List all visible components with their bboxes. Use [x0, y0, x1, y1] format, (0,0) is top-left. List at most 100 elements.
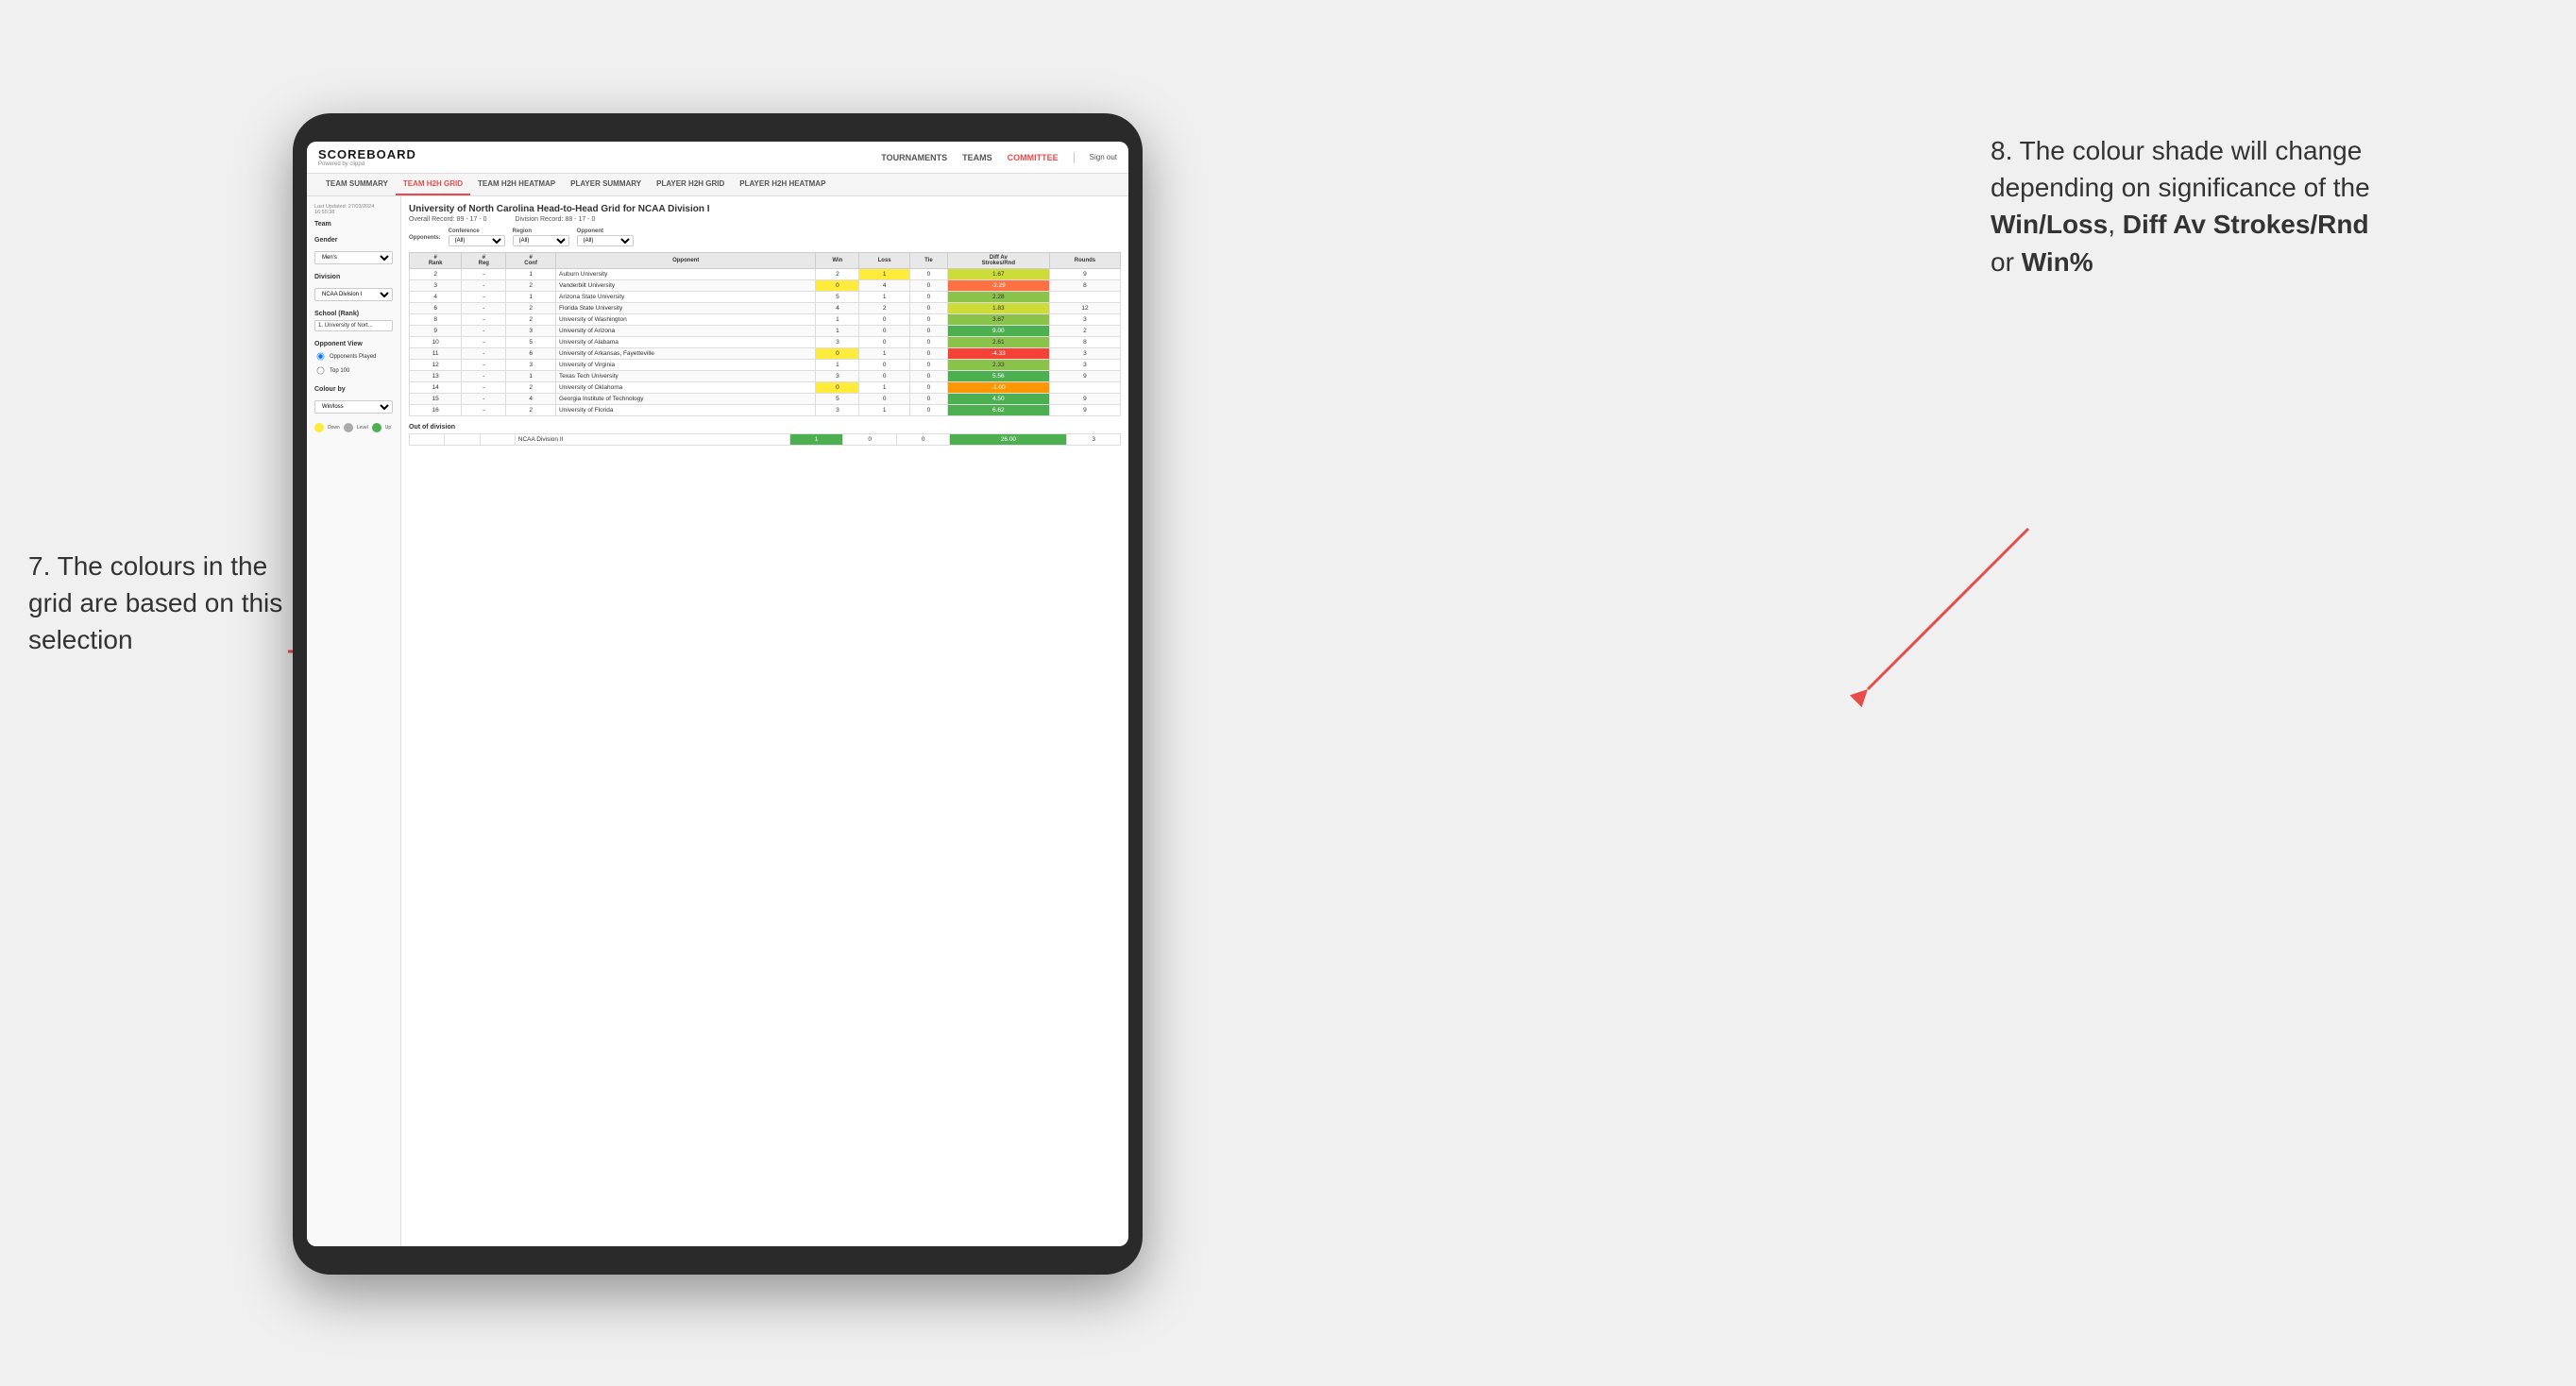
sign-out[interactable]: Sign out: [1090, 153, 1117, 161]
cell-rounds: 3: [1049, 314, 1120, 326]
cell-tie: 0: [910, 326, 948, 337]
cell-rounds: 12: [1049, 303, 1120, 314]
opponents-filter-label: Opponents:: [409, 235, 441, 241]
cell-tie: 0: [910, 337, 948, 348]
cell-rank: 13: [410, 371, 462, 382]
cell-reg: -: [462, 314, 506, 326]
cell-od-tie: 0: [896, 434, 950, 446]
cell-rank: 6: [410, 303, 462, 314]
region-select[interactable]: (All): [513, 235, 569, 246]
nav-tournaments[interactable]: TOURNAMENTS: [881, 153, 947, 162]
opponent-select[interactable]: (All): [577, 235, 634, 246]
cell-opponent: Vanderbilt University: [556, 280, 816, 292]
radio-top100: Top 100: [314, 364, 393, 377]
grid-title: University of North Carolina Head-to-Hea…: [409, 204, 1121, 214]
cell-conf: 3: [506, 326, 556, 337]
school-value: 1. University of Nort...: [314, 320, 393, 331]
cell-diff: -4.33: [947, 348, 1049, 360]
table-row: 16 - 2 University of Florida 3 1 0 6.62 …: [410, 405, 1121, 416]
legend-up-label: Up: [385, 425, 391, 431]
nav-committee[interactable]: COMMITTEE: [1008, 153, 1059, 162]
cell-rank: 16: [410, 405, 462, 416]
division-select[interactable]: NCAA Division I: [314, 288, 393, 301]
col-loss: Loss: [859, 253, 910, 269]
cell-rounds: 9: [1049, 269, 1120, 280]
division-label: Division: [314, 274, 393, 280]
tab-player-h2h-heatmap[interactable]: PLAYER H2H HEATMAP: [732, 174, 833, 195]
opponent-filter: Opponent (All): [577, 228, 634, 246]
cell-tie: 0: [910, 269, 948, 280]
legend-level-label: Level: [357, 425, 368, 431]
cell-rounds: [1049, 292, 1120, 303]
cell-conf: 4: [506, 394, 556, 405]
tab-team-summary[interactable]: TEAM SUMMARY: [318, 174, 396, 195]
cell-reg: -: [462, 371, 506, 382]
main-content: Last Updated: 27/03/2024 16:55:38 Team G…: [307, 196, 1128, 1246]
annotation-left: 7. The colours in the grid are based on …: [28, 548, 293, 659]
cell-tie: 0: [910, 371, 948, 382]
cell-loss: 1: [859, 348, 910, 360]
color-legend: Down Level Up: [314, 423, 393, 432]
cell-diff: 2.61: [947, 337, 1049, 348]
cell-opponent: University of Arizona: [556, 326, 816, 337]
timestamp: Last Updated: 27/03/2024 16:55:38: [314, 204, 393, 215]
cell-rounds: [1049, 382, 1120, 394]
cell-win: 2: [816, 269, 859, 280]
cell-od-conf: [480, 434, 515, 446]
cell-rank: 3: [410, 280, 462, 292]
cell-win: 0: [816, 382, 859, 394]
right-arrow: [1849, 519, 2038, 708]
cell-opponent: Texas Tech University: [556, 371, 816, 382]
cell-loss: 1: [859, 292, 910, 303]
cell-rank: 9: [410, 326, 462, 337]
tablet-device: SCOREBOARD Powered by clippd TOURNAMENTS…: [293, 113, 1143, 1275]
table-row: 2 - 1 Auburn University 2 1 0 1.67 9: [410, 269, 1121, 280]
cell-reg: -: [462, 348, 506, 360]
colour-by-section: Colour by Win/loss: [314, 386, 393, 414]
cell-diff: 5.56: [947, 371, 1049, 382]
radio-top100-input[interactable]: [317, 367, 325, 375]
cell-loss: 1: [859, 405, 910, 416]
tab-player-h2h-grid[interactable]: PLAYER H2H GRID: [649, 174, 732, 195]
table-row: 3 - 2 Vanderbilt University 0 4 0 -2.29 …: [410, 280, 1121, 292]
cell-conf: 2: [506, 405, 556, 416]
cell-conf: 6: [506, 348, 556, 360]
col-opponent: Opponent: [556, 253, 816, 269]
tab-player-summary[interactable]: PLAYER SUMMARY: [563, 174, 649, 195]
cell-conf: 2: [506, 382, 556, 394]
cell-diff: 9.00: [947, 326, 1049, 337]
out-of-division: Out of division NCAA Division II 1 0 0 2…: [409, 424, 1121, 446]
radio-opponents-played-input[interactable]: [317, 353, 325, 361]
cell-loss: 0: [859, 326, 910, 337]
cell-conf: 2: [506, 314, 556, 326]
nav-teams[interactable]: TEAMS: [962, 153, 992, 162]
cell-reg: -: [462, 337, 506, 348]
col-diff: Diff AvStrokes/Rnd: [947, 253, 1049, 269]
cell-reg: -: [462, 292, 506, 303]
colour-by-select[interactable]: Win/loss: [314, 400, 393, 414]
cell-win: 0: [816, 348, 859, 360]
col-win: Win: [816, 253, 859, 269]
cell-od-opponent: NCAA Division II: [515, 434, 789, 446]
cell-reg: -: [462, 280, 506, 292]
cell-diff: -1.00: [947, 382, 1049, 394]
logo-area: SCOREBOARD Powered by clippd: [318, 147, 416, 167]
cell-diff: 2.33: [947, 360, 1049, 371]
conference-filter: Conference (All): [449, 228, 505, 246]
tab-team-h2h-heatmap[interactable]: TEAM H2H HEATMAP: [470, 174, 563, 195]
tablet-screen: SCOREBOARD Powered by clippd TOURNAMENTS…: [307, 142, 1128, 1246]
cell-rounds: 2: [1049, 326, 1120, 337]
cell-win: 1: [816, 326, 859, 337]
cell-tie: 0: [910, 360, 948, 371]
school-label: School (Rank): [314, 311, 393, 317]
cell-opponent: University of Virginia: [556, 360, 816, 371]
table-row: 14 - 2 University of Oklahoma 0 1 0 -1.0…: [410, 382, 1121, 394]
cell-opponent: Georgia Institute of Technology: [556, 394, 816, 405]
tab-team-h2h-grid[interactable]: TEAM H2H GRID: [396, 174, 470, 195]
gender-select[interactable]: Men's: [314, 251, 393, 264]
color-level: [344, 423, 353, 432]
cell-rank: 2: [410, 269, 462, 280]
conference-select[interactable]: (All): [449, 235, 505, 246]
cell-reg: -: [462, 394, 506, 405]
out-of-division-label: Out of division: [409, 424, 1121, 431]
